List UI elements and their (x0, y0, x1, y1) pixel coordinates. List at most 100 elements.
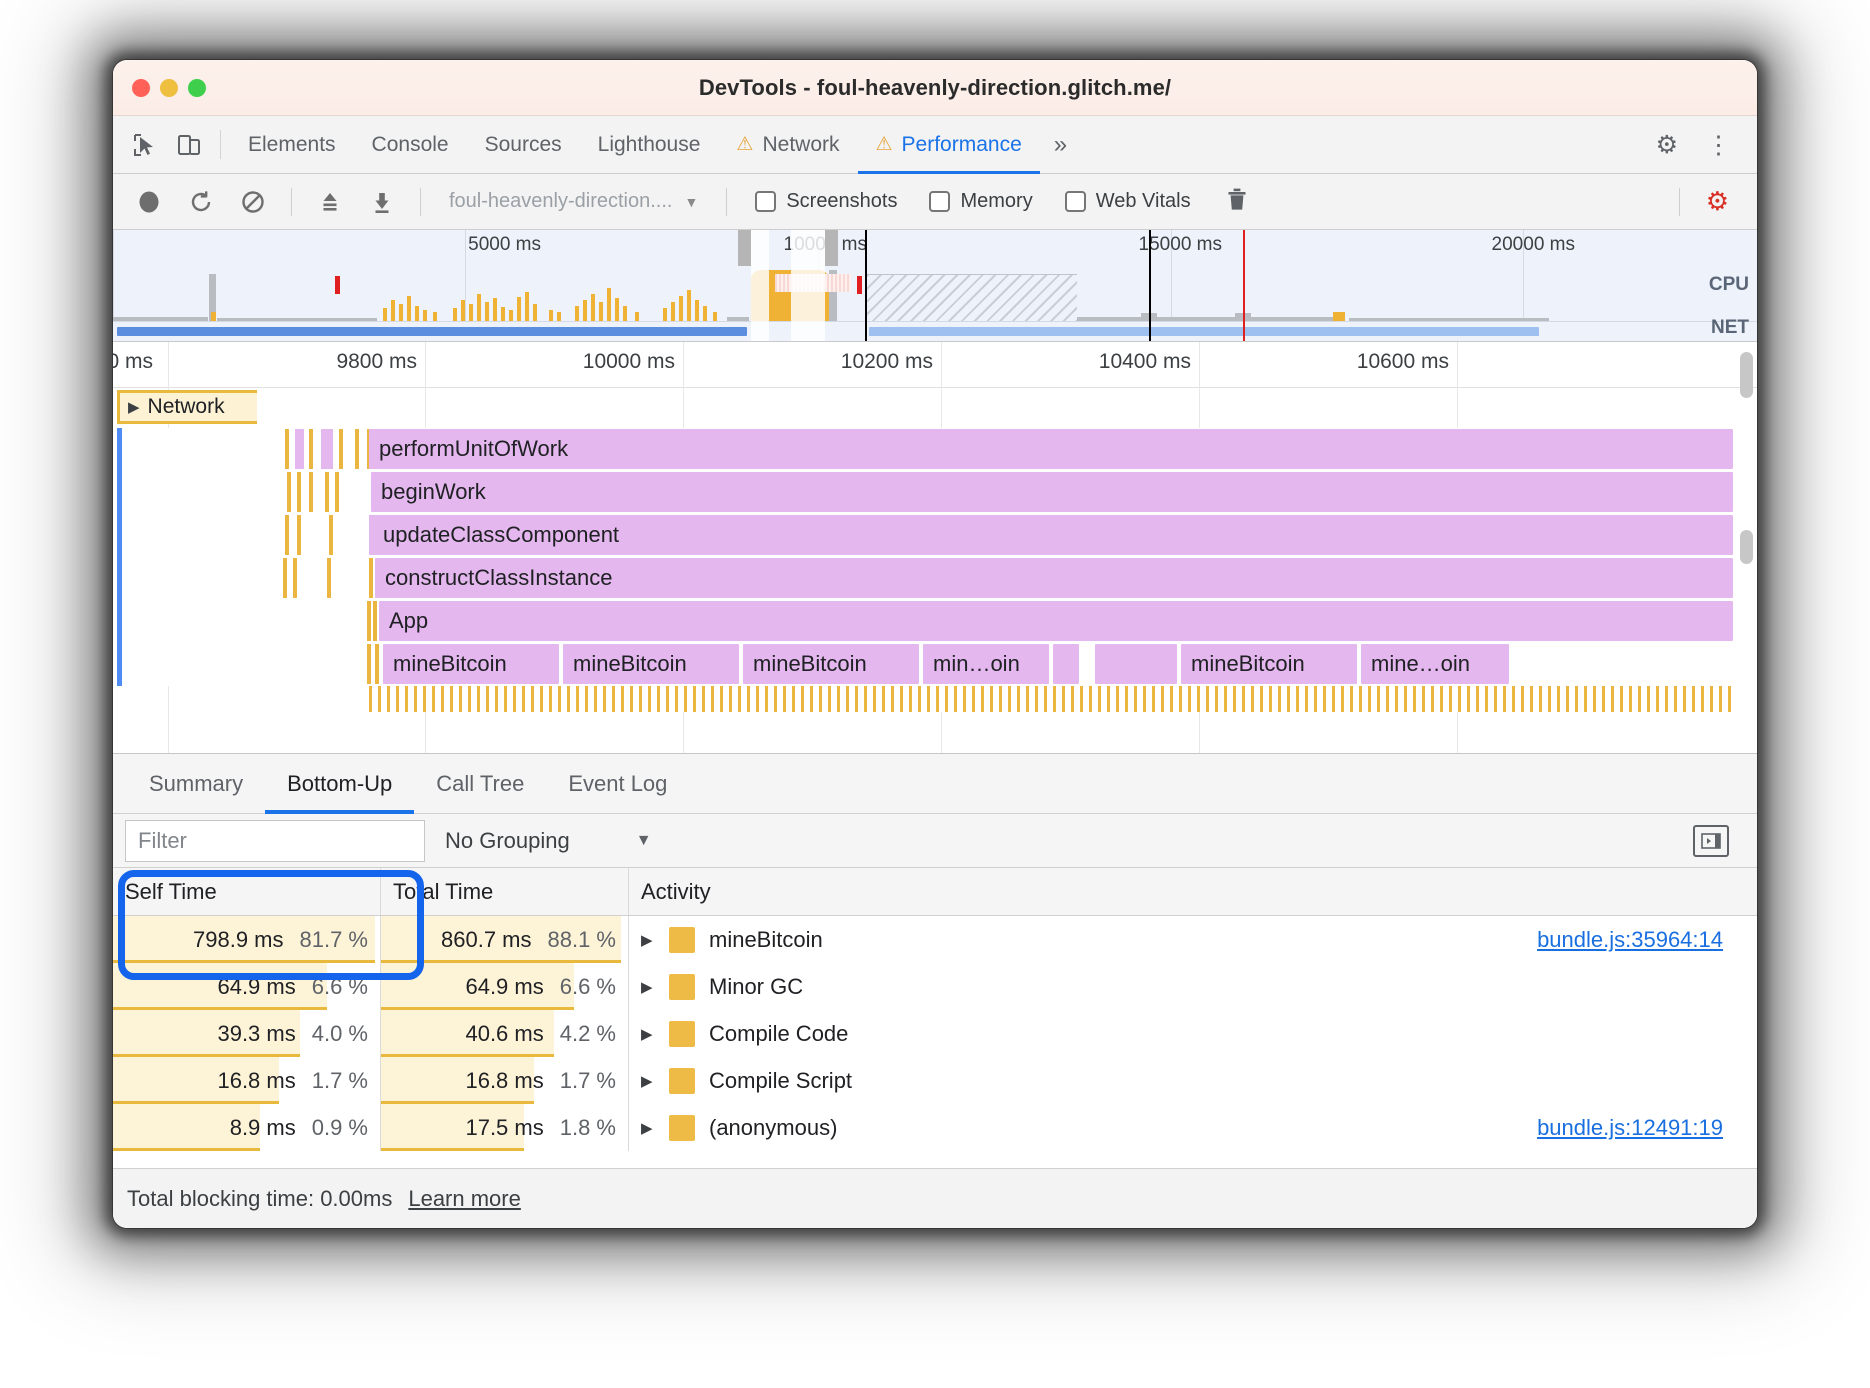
flame-bar[interactable]: mineBitcoin (1181, 644, 1357, 684)
flame-bar[interactable]: mine…oin (1361, 644, 1509, 684)
total-time-percent: 6.6 % (559, 973, 616, 999)
flame-bar[interactable]: constructClassInstance (375, 558, 1733, 598)
activity-name: Minor GC (709, 973, 804, 999)
flame-bar[interactable]: mineBitcoin (743, 644, 919, 684)
profile-url-value: foul-heavenly-direction.... (449, 190, 673, 212)
grouping-select[interactable]: No Grouping ▼ (425, 828, 672, 854)
column-header-activity[interactable]: Activity (629, 868, 1757, 915)
flame-scrollbar-thumb-top[interactable] (1740, 352, 1753, 398)
activity-color-swatch (669, 1067, 695, 1094)
flame-row[interactable]: App (113, 600, 1757, 643)
reload-and-record-button[interactable] (177, 182, 225, 222)
profile-url-select[interactable]: foul-heavenly-direction.... ▼ (435, 190, 712, 213)
tab-sources[interactable]: Sources (467, 116, 580, 173)
close-button[interactable] (132, 79, 150, 97)
web-vitals-checkbox[interactable]: Web Vitals (1051, 190, 1205, 213)
overview-tick: 20000 ms (1491, 234, 1575, 255)
toggle-sidebar-icon[interactable] (1693, 824, 1729, 857)
flame-row[interactable]: beginWork (113, 471, 1757, 514)
tab-performance[interactable]: ⚠ Performance (857, 116, 1041, 174)
devtools-window: DevTools - foul-heavenly-direction.glitc… (113, 60, 1757, 1228)
tab-event-log[interactable]: Event Log (546, 754, 689, 813)
timeline-tick: 10600 ms (1356, 350, 1449, 373)
tab-overflow-button[interactable]: » (1040, 116, 1081, 173)
flame-row[interactable]: updateClassComponent (113, 514, 1757, 557)
column-header-self-time[interactable]: Self Time (113, 868, 381, 915)
activity-color-swatch (669, 973, 695, 1000)
performance-toolbar: foul-heavenly-direction.... ▼ Screenshot… (113, 174, 1757, 230)
tab-network[interactable]: ⚠ Network (718, 116, 857, 173)
table-row[interactable]: 798.9 ms 81.7 % 860.7 ms 88.1 % ▶ mineBi… (113, 916, 1757, 963)
flame-bar[interactable]: mineBitcoin (383, 644, 559, 684)
flame-bar[interactable]: min…oin (923, 644, 1049, 684)
expand-triangle-icon[interactable]: ▶ (641, 978, 655, 996)
timeline-overview[interactable]: 5000 ms 10000 ms 15000 ms 20000 ms (113, 230, 1757, 342)
flame-row[interactable]: constructClassInstance (113, 557, 1757, 600)
cell-self-time: 8.9 ms 0.9 % (113, 1104, 381, 1151)
flame-bar[interactable]: performUnitOfWork (369, 429, 1733, 469)
expand-triangle-icon[interactable]: ▶ (641, 1119, 655, 1137)
expand-triangle-icon[interactable]: ▶ (641, 1025, 655, 1043)
table-row[interactable]: 16.8 ms 1.7 % 16.8 ms 1.7 % ▶ Compile Sc… (113, 1057, 1757, 1104)
table-row[interactable]: 8.9 ms 0.9 % 17.5 ms 1.8 % ▶ (anonymous)… (113, 1104, 1757, 1151)
source-link[interactable]: bundle.js:35964:14 (1537, 927, 1757, 953)
overview-resize-handle-left[interactable] (738, 230, 751, 266)
clear-button[interactable] (229, 182, 277, 222)
minimize-button[interactable] (160, 79, 178, 97)
flame-bar[interactable] (1053, 644, 1079, 684)
column-header-total-time[interactable]: Total Time (381, 868, 629, 915)
timeline-tick: 10400 ms (1098, 350, 1191, 373)
expand-triangle-icon[interactable]: ▶ (641, 931, 655, 949)
memory-checkbox[interactable]: Memory (915, 190, 1046, 213)
tab-console[interactable]: Console (354, 116, 467, 173)
table-row[interactable]: 64.9 ms 6.6 % 64.9 ms 6.6 % ▶ Minor GC (113, 963, 1757, 1010)
flame-chart-rows[interactable]: performUnitOfWork beginWork updateClassC… (113, 428, 1757, 712)
network-track-header[interactable]: ▶ Network (117, 390, 257, 424)
inspect-element-icon[interactable] (123, 116, 167, 173)
screenshots-checkbox[interactable]: Screenshots (741, 190, 911, 213)
flame-bar[interactable]: mineBitcoin (563, 644, 739, 684)
flame-row[interactable]: performUnitOfWork (113, 428, 1757, 471)
learn-more-link[interactable]: Learn more (408, 1186, 521, 1212)
save-profile-button[interactable] (358, 182, 406, 222)
warning-triangle-icon: ⚠ (875, 134, 893, 155)
flame-scrollbar-thumb[interactable] (1740, 530, 1753, 564)
cell-self-time: 64.9 ms 6.6 % (113, 963, 381, 1010)
record-button[interactable] (125, 182, 173, 222)
tab-summary[interactable]: Summary (127, 754, 265, 813)
tab-elements[interactable]: Elements (230, 116, 354, 173)
zoom-button[interactable] (188, 79, 206, 97)
table-header-row: Self Time Total Time Activity (113, 868, 1757, 916)
flame-dense-ticks-row[interactable] (369, 686, 1733, 712)
settings-gear-icon[interactable]: ⚙ (1642, 130, 1692, 160)
self-time-percent: 4.0 % (311, 1020, 368, 1046)
flame-bar[interactable]: beginWork (371, 472, 1733, 512)
load-profile-button[interactable] (306, 182, 354, 222)
flame-row-minebitcoin[interactable]: mineBitcoin mineBitcoin mineBitcoin min…… (113, 643, 1757, 686)
tab-elements-label: Elements (248, 132, 336, 156)
bottom-up-table[interactable]: Self Time Total Time Activity 798.9 ms 8… (113, 868, 1757, 1168)
table-row[interactable]: 39.3 ms 4.0 % 40.6 ms 4.2 % ▶ Compile Co… (113, 1010, 1757, 1057)
network-track[interactable]: ▶ Network (113, 388, 1757, 428)
flame-bar[interactable]: App (379, 601, 1733, 641)
screenshot-root: DevTools - foul-heavenly-direction.glitc… (0, 0, 1870, 1388)
tab-call-tree[interactable]: Call Tree (414, 754, 546, 813)
trash-icon[interactable] (1209, 186, 1265, 218)
tab-lighthouse[interactable]: Lighthouse (580, 116, 719, 173)
expand-triangle-icon[interactable]: ▶ (641, 1072, 655, 1090)
device-toolbar-icon[interactable] (167, 116, 211, 173)
total-time-value: 17.5 ms (465, 1114, 544, 1140)
tab-bottom-up[interactable]: Bottom-Up (265, 754, 415, 814)
more-options-icon[interactable]: ⋮ (1692, 130, 1745, 160)
overview-resize-handle-right[interactable] (825, 230, 838, 266)
timeline-tick: 10200 ms (840, 350, 933, 373)
tab-call-tree-label: Call Tree (436, 770, 525, 796)
flame-bar[interactable]: updateClassComponent (373, 515, 1733, 555)
flame-chart-panel[interactable]: 0 ms 9800 ms 10000 ms 10200 ms 10400 ms … (113, 342, 1757, 754)
cell-self-time: 39.3 ms 4.0 % (113, 1010, 381, 1057)
overview-marker-line (1149, 230, 1151, 341)
filter-input[interactable]: Filter (125, 819, 425, 862)
flame-bar[interactable] (1095, 644, 1177, 684)
capture-settings-gear-icon[interactable]: ⚙ (1690, 186, 1745, 217)
source-link[interactable]: bundle.js:12491:19 (1537, 1115, 1757, 1141)
